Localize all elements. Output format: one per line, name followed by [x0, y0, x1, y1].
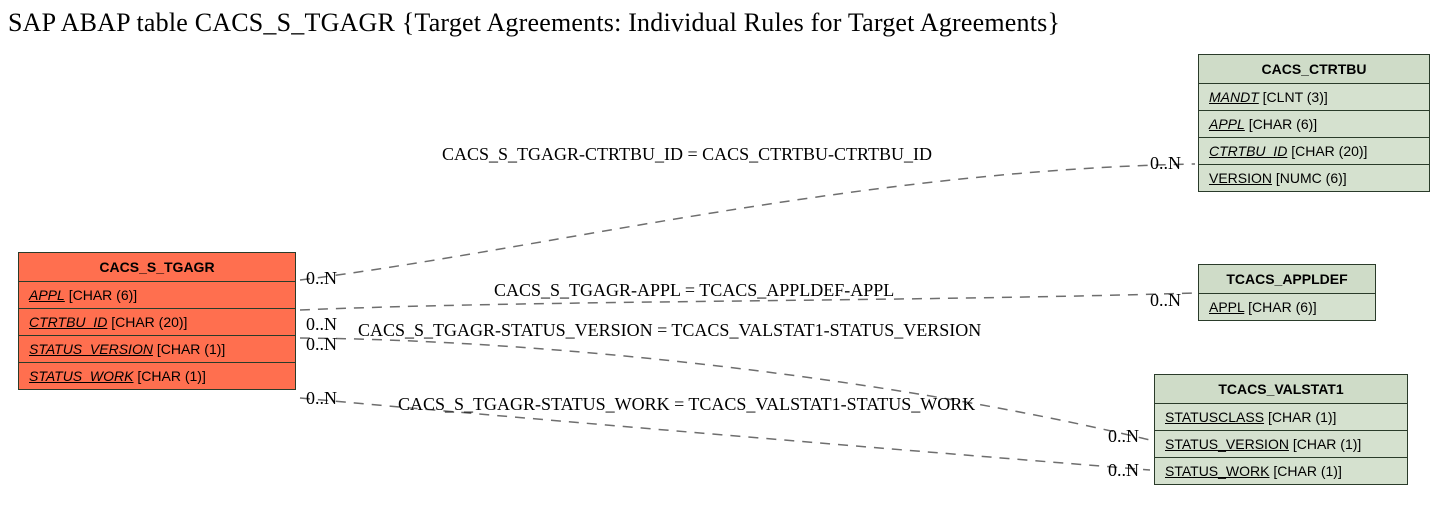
entity-row: APPL [CHAR (6)] [1199, 294, 1375, 320]
entity-row: CTRTBU_ID [CHAR (20)] [1199, 138, 1429, 165]
entity-row: APPL [CHAR (6)] [1199, 111, 1429, 138]
entity-header: CACS_CTRTBU [1199, 55, 1429, 84]
cardinality-label: 0..N [1150, 290, 1181, 311]
entity-row: STATUS_WORK [CHAR (1)] [19, 363, 295, 389]
cardinality-label: 0..N [306, 388, 337, 409]
entity-cacs-ctrtbu: CACS_CTRTBU MANDT [CLNT (3)] APPL [CHAR … [1198, 54, 1430, 192]
relation-label: CACS_S_TGAGR-APPL = TCACS_APPLDEF-APPL [494, 280, 894, 301]
entity-tcacs-valstat1: TCACS_VALSTAT1 STATUSCLASS [CHAR (1)] ST… [1154, 374, 1408, 485]
entity-row: MANDT [CLNT (3)] [1199, 84, 1429, 111]
entity-header: TCACS_APPLDEF [1199, 265, 1375, 294]
entity-row: STATUS_WORK [CHAR (1)] [1155, 458, 1407, 484]
entity-header: CACS_S_TGAGR [19, 253, 295, 282]
entity-row: STATUS_VERSION [CHAR (1)] [19, 336, 295, 363]
entity-row: APPL [CHAR (6)] [19, 282, 295, 309]
cardinality-label: 0..N [1108, 426, 1139, 447]
relation-label: CACS_S_TGAGR-STATUS_VERSION = TCACS_VALS… [358, 320, 981, 341]
cardinality-label: 0..N [1108, 460, 1139, 481]
entity-row: CTRTBU_ID [CHAR (20)] [19, 309, 295, 336]
entity-tcacs-appldef: TCACS_APPLDEF APPL [CHAR (6)] [1198, 264, 1376, 321]
entity-cacs-s-tgagr: CACS_S_TGAGR APPL [CHAR (6)] CTRTBU_ID [… [18, 252, 296, 390]
relation-label: CACS_S_TGAGR-STATUS_WORK = TCACS_VALSTAT… [398, 394, 975, 415]
entity-row: STATUSCLASS [CHAR (1)] [1155, 404, 1407, 431]
page-title: SAP ABAP table CACS_S_TGAGR {Target Agre… [8, 8, 1060, 38]
cardinality-label: 0..N [1150, 153, 1181, 174]
cardinality-label: 0..N [306, 334, 337, 355]
entity-row: STATUS_VERSION [CHAR (1)] [1155, 431, 1407, 458]
cardinality-label: 0..N [306, 268, 337, 289]
entity-row: VERSION [NUMC (6)] [1199, 165, 1429, 191]
cardinality-label: 0..N [306, 314, 337, 335]
entity-header: TCACS_VALSTAT1 [1155, 375, 1407, 404]
relation-label: CACS_S_TGAGR-CTRTBU_ID = CACS_CTRTBU-CTR… [442, 144, 932, 165]
